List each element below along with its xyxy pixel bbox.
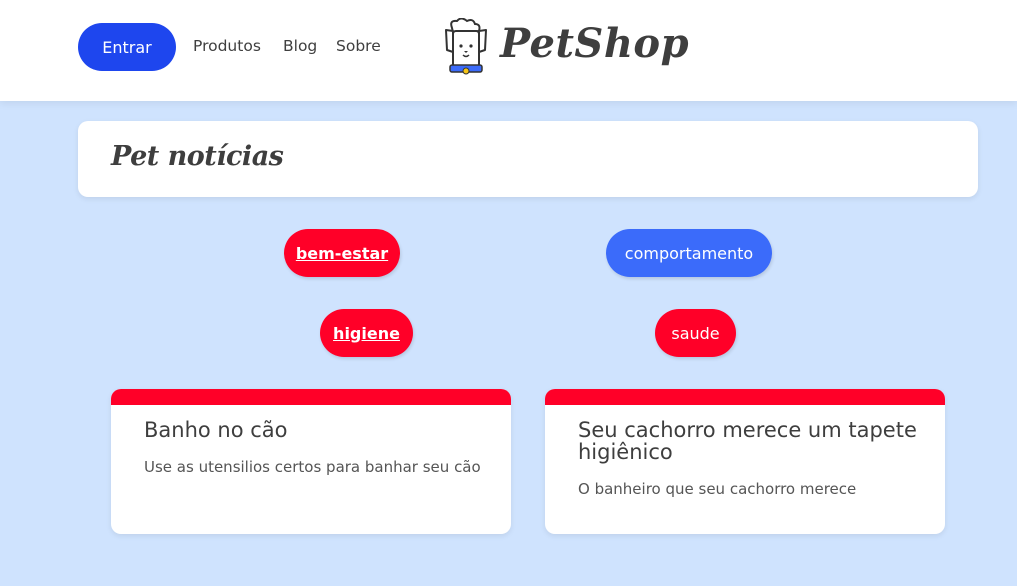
post-title[interactable]: Banho no cão bbox=[144, 419, 484, 441]
post-category-bar bbox=[545, 389, 945, 405]
post-title[interactable]: Seu cachorro merece um tapete higiênico bbox=[578, 419, 918, 463]
logo-text[interactable]: PetShop bbox=[500, 20, 689, 67]
nav-link-blog[interactable]: Blog bbox=[283, 36, 317, 56]
category-tag-higiene[interactable]: higiene bbox=[320, 309, 413, 357]
category-tag-bem-estar[interactable]: bem-estar bbox=[284, 229, 400, 277]
post-card[interactable]: Banho no cão Use as utensilios certos pa… bbox=[111, 389, 511, 534]
post-card[interactable]: Seu cachorro merece um tapete higiênico … bbox=[545, 389, 945, 534]
nav-link-produtos[interactable]: Produtos bbox=[193, 36, 261, 56]
login-button[interactable]: Entrar bbox=[78, 23, 176, 71]
nav-link-sobre[interactable]: Sobre bbox=[336, 36, 381, 56]
section-title-card: Pet notícias bbox=[78, 121, 978, 197]
dog-logo-icon[interactable] bbox=[441, 18, 491, 76]
post-excerpt: Use as utensilios certos para banhar seu… bbox=[144, 458, 481, 476]
post-excerpt: O banheiro que seu cachorro merece bbox=[578, 480, 857, 498]
post-category-bar bbox=[111, 389, 511, 405]
section-title: Pet notícias bbox=[111, 141, 284, 172]
category-tag-comportamento[interactable]: comportamento bbox=[606, 229, 772, 277]
site-header: Entrar Produtos Blog Sobre PetShop bbox=[0, 0, 1017, 101]
category-tag-saude[interactable]: saude bbox=[655, 309, 736, 357]
